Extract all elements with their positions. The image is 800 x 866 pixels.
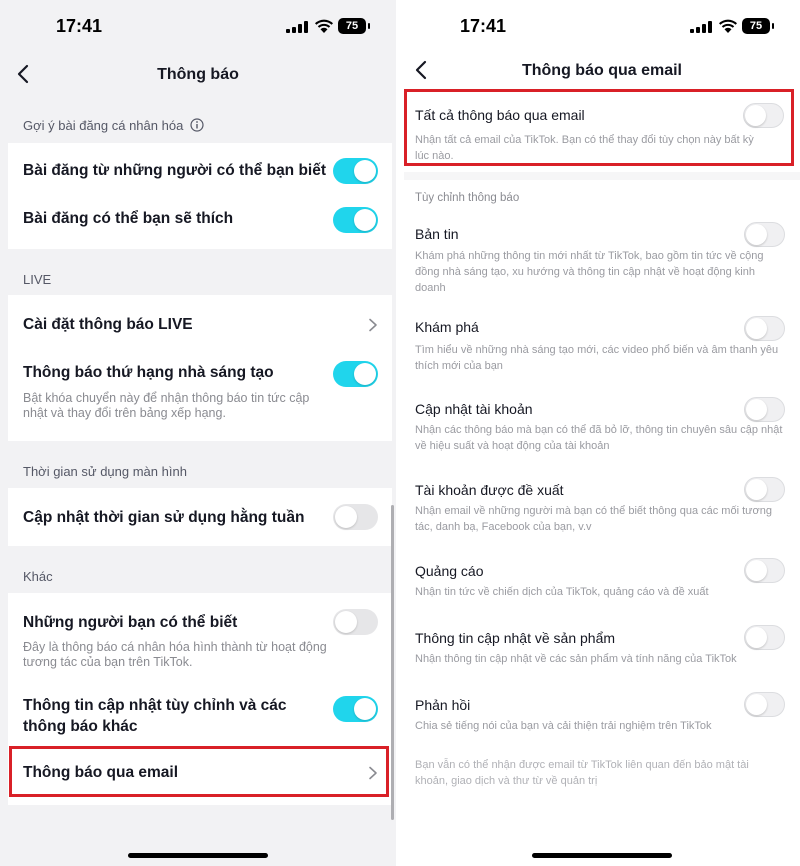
row-description: Nhận các thông báo mà bạn có thể đã bỏ l… bbox=[415, 424, 783, 452]
status-bar: 17:41 75 bbox=[0, 0, 396, 50]
page-title: Thông báo qua email bbox=[521, 62, 682, 79]
notifications-screen: 17:41 75 Thông báo Gợi ý bài đăng cá nhâ… bbox=[0, 0, 396, 866]
toggle-switch[interactable] bbox=[333, 361, 378, 387]
highlight-box bbox=[404, 89, 794, 166]
row-description: Nhận tin tức về chiến dịch của TikTok, q… bbox=[415, 586, 709, 598]
row-label: Thông tin cập nhật về sản phẩm bbox=[415, 630, 616, 646]
section-header-screen-time: Thời gian sử dụng màn hình bbox=[23, 464, 187, 479]
status-time: 17:41 bbox=[460, 16, 507, 36]
row-ads[interactable]: Quảng cáo Nhận tin tức về chiến dịch của… bbox=[404, 557, 800, 599]
toggle-switch[interactable] bbox=[744, 316, 785, 341]
signal-icon bbox=[286, 21, 308, 33]
info-icon[interactable] bbox=[190, 118, 204, 132]
row-account-updates[interactable]: Cập nhật tài khoản Nhận các thông báo mà… bbox=[404, 396, 800, 454]
row-label: Bản tin bbox=[415, 226, 459, 242]
page-title: Thông báo bbox=[157, 66, 239, 83]
scrollbar[interactable] bbox=[391, 505, 394, 820]
status-time: 17:41 bbox=[56, 16, 103, 36]
row-friends-suggest[interactable]: Những người bạn có thể biết Đây là thông… bbox=[8, 593, 392, 681]
row-label: Tài khoản được đề xuất bbox=[415, 482, 564, 498]
nav-bar: Thông báo bbox=[0, 56, 396, 96]
footer-note: Bạn vẫn có thể nhận được email từ TikTok… bbox=[415, 759, 749, 787]
home-indicator[interactable] bbox=[532, 853, 672, 858]
row-description: Bật khóa chuyển này để nhận thông báo ti… bbox=[23, 391, 310, 420]
row-creator-rank[interactable]: Thông báo thứ hạng nhà sáng tạo Bật khóa… bbox=[8, 353, 392, 441]
battery-icon: 75 bbox=[742, 18, 774, 34]
row-description: Nhận thông tin cập nhật về các sản phẩm … bbox=[415, 653, 737, 665]
row-label: Quảng cáo bbox=[415, 563, 484, 579]
signal-icon bbox=[690, 21, 712, 33]
home-indicator[interactable] bbox=[128, 853, 268, 858]
section-header-other: Khác bbox=[23, 569, 53, 584]
toggle-switch[interactable] bbox=[333, 696, 378, 722]
row-posts-you-may-like[interactable]: Bài đăng có thể bạn sẽ thích bbox=[8, 199, 392, 249]
toggle-switch[interactable] bbox=[333, 609, 378, 635]
row-label: Thông báo thứ hạng nhà sáng tạo bbox=[23, 364, 274, 381]
row-label: Bài đăng có thể bạn sẽ thích bbox=[23, 210, 234, 227]
row-description: Khám phá những thông tin mới nhất từ Tik… bbox=[415, 250, 764, 294]
row-label: Cập nhật tài khoản bbox=[415, 401, 533, 417]
row-suggested-accounts[interactable]: Tài khoản được đề xuất Nhận email về nhữ… bbox=[404, 476, 800, 534]
row-label: Khám phá bbox=[415, 319, 479, 335]
row-feedback[interactable]: Phản hồi Chia sẻ tiếng nói của bạn và cả… bbox=[404, 691, 800, 733]
row-label: Phản hồi bbox=[415, 697, 471, 713]
row-label: Cập nhật thời gian sử dụng hằng tuần bbox=[23, 509, 305, 526]
toggle-switch[interactable] bbox=[744, 222, 785, 247]
toggle-switch[interactable] bbox=[744, 477, 785, 502]
row-discover[interactable]: Khám phá Tìm hiểu về những nhà sáng tạo … bbox=[404, 314, 800, 372]
status-bar: 17:41 75 bbox=[404, 0, 800, 50]
card-personalized: Bài đăng từ những người có thể bạn biết … bbox=[8, 143, 392, 249]
nav-bar: Thông báo qua email bbox=[404, 52, 800, 92]
row-people-you-may-know-posts[interactable]: Bài đăng từ những người có thể bạn biết bbox=[8, 143, 392, 199]
toggle-switch[interactable] bbox=[744, 397, 785, 422]
toggle-switch[interactable] bbox=[744, 625, 785, 650]
row-weekly-screen-time[interactable]: Cập nhật thời gian sử dụng hằng tuần bbox=[8, 488, 392, 546]
toggle-switch[interactable] bbox=[744, 558, 785, 583]
row-label: Thông tin cập nhật tùy chỉnh và các thôn… bbox=[23, 697, 287, 735]
row-newsletter[interactable]: Bản tin Khám phá những thông tin mới nhấ… bbox=[404, 222, 800, 294]
card-live: Cài đặt thông báo LIVE Thông báo thứ hạn… bbox=[8, 295, 392, 441]
section-header-personalized: Gợi ý bài đăng cá nhân hóa bbox=[23, 118, 204, 133]
battery-icon: 75 bbox=[338, 18, 370, 34]
row-live-settings[interactable]: Cài đặt thông báo LIVE bbox=[8, 295, 392, 353]
section-label: Gợi ý bài đăng cá nhân hóa bbox=[23, 118, 184, 133]
email-notifications-screen: 17:41 75 Thông báo qua email Tất cả thôn… bbox=[404, 0, 800, 866]
wifi-icon bbox=[719, 19, 737, 33]
row-label: Những người bạn có thể biết bbox=[23, 614, 238, 631]
row-custom-updates[interactable]: Thông tin cập nhật tùy chỉnh và các thôn… bbox=[8, 689, 392, 745]
row-description: Tìm hiểu về những nhà sáng tạo mới, các … bbox=[415, 344, 779, 372]
wifi-icon bbox=[315, 19, 333, 33]
section-divider bbox=[404, 172, 800, 180]
section-header-custom: Tùy chỉnh thông báo bbox=[415, 192, 520, 204]
toggle-switch[interactable] bbox=[333, 207, 378, 233]
row-label: Cài đặt thông báo LIVE bbox=[23, 316, 193, 333]
row-description: Chia sẻ tiếng nói của bạn và cải thiện t… bbox=[415, 720, 712, 732]
toggle-switch[interactable] bbox=[333, 504, 378, 530]
card-screen-time: Cập nhật thời gian sử dụng hằng tuần bbox=[8, 488, 392, 546]
section-header-live: LIVE bbox=[23, 272, 52, 287]
row-label: Bài đăng từ những người có thể bạn biết bbox=[23, 162, 327, 179]
toggle-switch[interactable] bbox=[333, 158, 378, 184]
row-product-updates[interactable]: Thông tin cập nhật về sản phẩm Nhận thôn… bbox=[404, 624, 800, 666]
chevron-right-icon bbox=[369, 318, 377, 332]
panel-divider bbox=[396, 0, 404, 866]
row-description: Nhận email về những người mà bạn có thể … bbox=[415, 505, 772, 533]
row-description: Đây là thông báo cá nhân hóa hình thành … bbox=[23, 640, 327, 669]
highlight-box bbox=[9, 746, 389, 797]
toggle-switch[interactable] bbox=[744, 692, 785, 717]
